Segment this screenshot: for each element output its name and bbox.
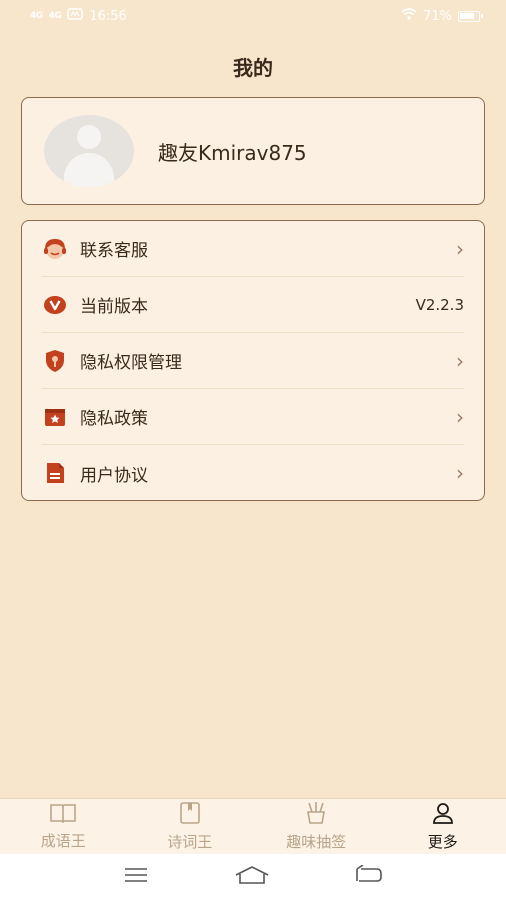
battery-level: 71%: [423, 8, 452, 24]
chevron-right-icon: ›: [456, 404, 464, 429]
bottom-tab-bar: 成语王 诗词王 趣味抽签 更多: [0, 798, 506, 854]
profile-card[interactable]: 趣友Kmirav875: [21, 97, 485, 205]
status-left: 4G 4G 16:56: [30, 8, 127, 24]
tab-poetry-king[interactable]: 诗词王: [127, 799, 254, 854]
menu-label: 用户协议: [80, 465, 148, 486]
document-icon: [42, 460, 68, 486]
version-icon: [42, 292, 68, 318]
version-value: V2.2.3: [415, 295, 464, 314]
signal-icon: 4G: [30, 11, 43, 21]
tab-idiom-king[interactable]: 成语王: [0, 799, 127, 854]
username: 趣友Kmirav875: [158, 140, 307, 165]
tab-label: 更多: [427, 833, 458, 851]
lottery-icon: [303, 801, 329, 829]
privacy-shield-icon: [42, 348, 68, 374]
book-icon: [49, 802, 77, 828]
menu-label: 隐私权限管理: [80, 353, 182, 373]
status-time: 16:56: [89, 8, 127, 24]
menu-icon[interactable]: [123, 866, 149, 888]
tab-fun-lottery[interactable]: 趣味抽签: [253, 799, 380, 854]
tab-label: 成语王: [40, 832, 86, 850]
menu-item-version[interactable]: 当前版本 V2.2.3: [42, 277, 464, 333]
back-icon[interactable]: [355, 864, 383, 889]
home-icon[interactable]: [234, 865, 270, 889]
signal-icon-2: 4G: [48, 11, 62, 21]
notification-icon: [67, 8, 84, 24]
menu-label: 隐私政策: [80, 409, 148, 429]
chevron-right-icon: ›: [456, 348, 464, 373]
avatar-body: [64, 153, 114, 187]
menu-item-privacy-policy[interactable]: 隐私政策 ›: [42, 389, 464, 445]
menu-item-privacy-permissions[interactable]: 隐私权限管理 ›: [42, 333, 464, 389]
avatar-head: [77, 125, 101, 149]
policy-star-icon: [42, 404, 68, 430]
customer-service-icon: [42, 236, 68, 262]
status-right: 71%: [401, 8, 483, 24]
menu-item-user-agreement[interactable]: 用户协议 ›: [42, 445, 464, 501]
tab-label: 趣味抽签: [286, 833, 347, 851]
menu-label: 当前版本: [80, 297, 148, 317]
menu-item-customer-service[interactable]: 联系客服 ›: [42, 221, 464, 277]
tab-label: 诗词王: [167, 833, 213, 851]
avatar[interactable]: [44, 115, 134, 187]
settings-menu: 联系客服 › 当前版本 V2.2.3 隐私权限管理 › 隐私政策 › 用户协议 …: [21, 220, 485, 501]
status-bar: 4G 4G 16:56 71%: [0, 0, 506, 32]
menu-label: 联系客服: [80, 241, 148, 261]
chevron-right-icon: ›: [456, 461, 464, 485]
user-icon: [431, 801, 455, 829]
tab-more[interactable]: 更多: [380, 799, 506, 854]
notebook-icon: [178, 801, 202, 829]
system-nav-bar: [0, 854, 506, 900]
page-title: 我的: [233, 56, 273, 80]
battery-icon: [458, 10, 483, 22]
wifi-icon: [401, 8, 417, 24]
chevron-right-icon: ›: [456, 236, 464, 261]
